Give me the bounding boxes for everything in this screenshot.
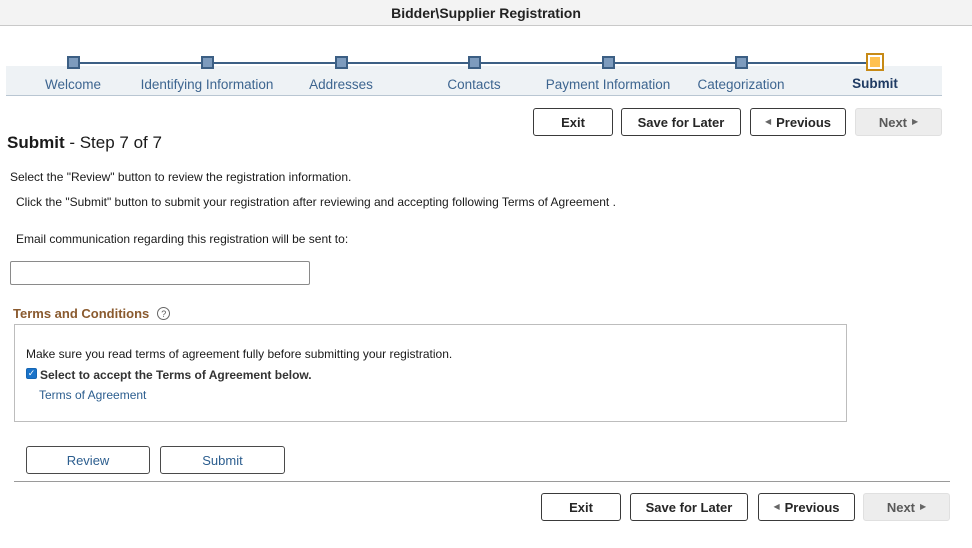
chevron-right-icon: ▶ (912, 117, 919, 126)
step-node-icon (200, 56, 214, 69)
terms-section-title: Terms and Conditions ? (13, 306, 171, 321)
step-welcome[interactable]: Welcome (3, 56, 143, 92)
exit-button-top[interactable]: Exit (533, 108, 613, 136)
exit-button-bottom[interactable]: Exit (541, 493, 621, 521)
step-label-addresses[interactable]: Addresses (271, 77, 411, 92)
step-node-icon (66, 56, 80, 69)
previous-button-label: Previous (776, 114, 832, 130)
step-label-identifying-information[interactable]: Identifying Information (137, 77, 277, 92)
step-addresses[interactable]: Addresses (271, 56, 411, 92)
step-label-payment-information[interactable]: Payment Information (538, 77, 678, 92)
step-submit-current: Submit (805, 53, 945, 91)
save-for-later-label: Save for Later (645, 499, 733, 515)
terms-notice: Make sure you read terms of agreement fu… (26, 347, 453, 361)
step-identifying-information[interactable]: Identifying Information (137, 56, 277, 92)
chevron-right-icon: ▶ (920, 502, 927, 511)
step-label-welcome[interactable]: Welcome (3, 77, 143, 92)
chevron-left-icon: ◀ (773, 502, 780, 511)
registration-step-train: Welcome Identifying Information Addresse… (3, 53, 945, 96)
page-header-title: Bidder\Supplier Registration (391, 5, 581, 21)
exit-button-label: Exit (569, 499, 593, 515)
next-button-bottom[interactable]: Next ▶ (863, 493, 950, 521)
exit-button-label: Exit (561, 114, 585, 130)
review-button[interactable]: Review (26, 446, 150, 474)
title-bar: Bidder\Supplier Registration (0, 0, 972, 26)
step-node-icon (334, 56, 348, 69)
accept-terms-checkbox[interactable]: ✓ (26, 368, 37, 379)
step-categorization[interactable]: Categorization (671, 56, 811, 92)
submit-button[interactable]: Submit (160, 446, 285, 474)
review-instruction: Select the "Review" button to review the… (10, 170, 352, 184)
step-contacts[interactable]: Contacts (404, 56, 544, 92)
previous-button-top[interactable]: ◀ Previous (750, 108, 846, 136)
current-step-node-icon (866, 53, 884, 71)
terms-title-text: Terms and Conditions (13, 306, 150, 321)
email-prompt: Email communication regarding this regis… (16, 232, 349, 246)
save-for-later-label: Save for Later (637, 114, 725, 130)
chevron-left-icon: ◀ (764, 117, 772, 126)
step-payment-information[interactable]: Payment Information (538, 56, 678, 92)
step-label-contacts[interactable]: Contacts (404, 77, 544, 92)
review-button-label: Review (66, 452, 110, 468)
step-label-submit: Submit (852, 76, 898, 91)
terms-of-agreement-link[interactable]: Terms of Agreement (39, 388, 146, 402)
submit-button-label: Submit (202, 452, 243, 468)
page-title-bold: Submit (7, 133, 65, 152)
accept-terms-label[interactable]: Select to accept the Terms of Agreement … (40, 368, 312, 382)
save-for-later-button-top[interactable]: Save for Later (621, 108, 741, 136)
next-button-top[interactable]: Next ▶ (855, 108, 942, 136)
step-node-icon (734, 56, 748, 69)
step-node-icon (467, 56, 481, 69)
page-title: Submit - Step 7 of 7 (7, 133, 162, 153)
step-label-categorization[interactable]: Categorization (671, 77, 811, 92)
next-button-label: Next (878, 114, 908, 130)
page-title-step: - Step 7 of 7 (64, 133, 162, 152)
step-node-icon (601, 56, 615, 69)
submit-instruction: Click the "Submit" button to submit your… (16, 195, 616, 209)
email-field[interactable] (10, 261, 310, 285)
previous-button-label: Previous (784, 499, 840, 515)
next-button-label: Next (886, 499, 916, 515)
save-for-later-button-bottom[interactable]: Save for Later (630, 493, 748, 521)
footer-divider (14, 481, 950, 482)
previous-button-bottom[interactable]: ◀ Previous (758, 493, 855, 521)
help-icon[interactable]: ? (157, 307, 171, 320)
